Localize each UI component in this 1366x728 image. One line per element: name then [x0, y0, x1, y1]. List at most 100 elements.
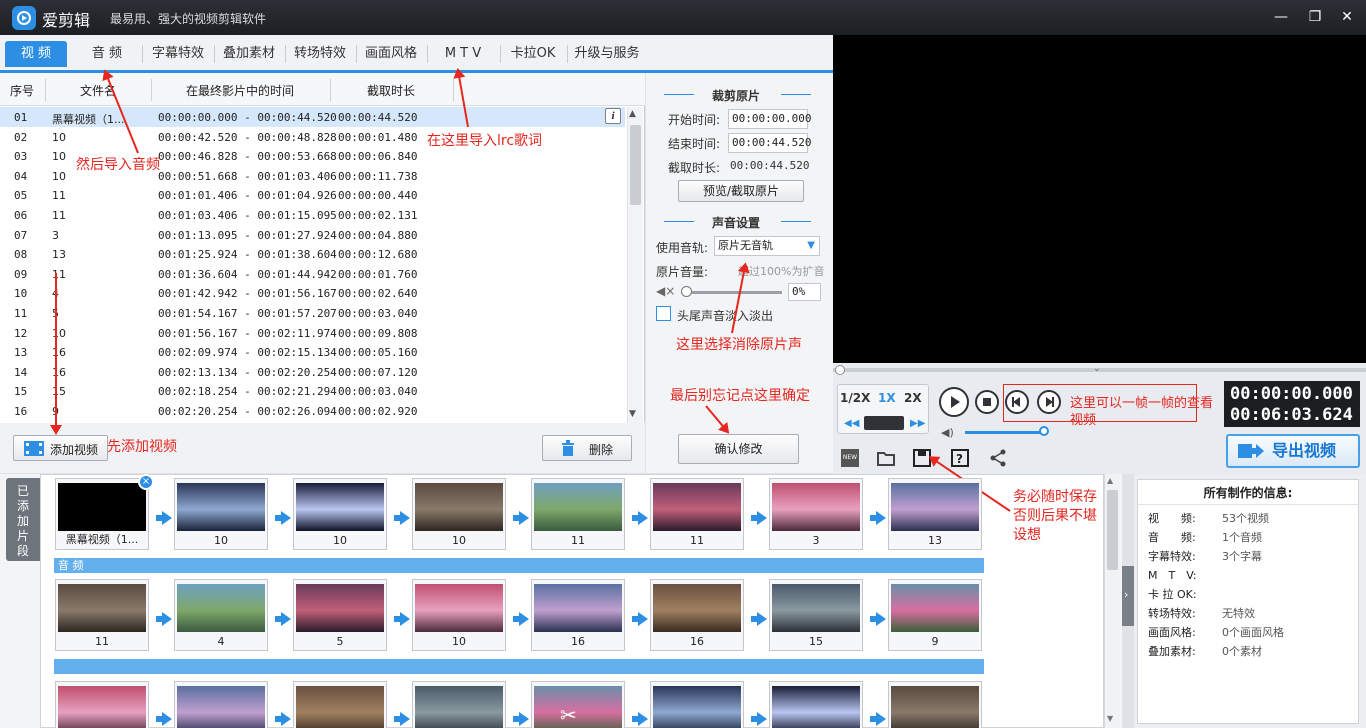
scroll-down-icon[interactable]: ▼ [629, 409, 636, 419]
end-time-input[interactable]: 00:00:44.520 [728, 133, 811, 153]
tab-audio[interactable]: 音 频 [78, 41, 136, 67]
volume-icon[interactable]: ◀) [941, 426, 954, 439]
audio-strip[interactable]: 音 频 [54, 558, 984, 573]
clip-item[interactable]: 11 [531, 478, 625, 550]
table-row[interactable]: 12 10 00:01:56.167 - 00:02:11.974 00:00:09.… [0, 323, 625, 343]
video-preview[interactable] [833, 35, 1366, 363]
col-index[interactable]: 序号 [10, 82, 34, 99]
forward-icon[interactable]: ▶▶ [910, 418, 925, 429]
clips-scroll-up-icon[interactable]: ▲ [1107, 476, 1113, 485]
delete-button[interactable]: 删除 [542, 435, 632, 461]
minimize-button[interactable]: — [1270, 7, 1292, 27]
fade-checkbox[interactable] [656, 306, 671, 321]
open-folder-icon[interactable] [877, 449, 897, 471]
play-button[interactable] [939, 387, 969, 417]
speed-1x[interactable]: 1X [878, 391, 896, 405]
start-time-input[interactable]: 00:00:00.000 [728, 109, 811, 129]
delete-label: 删除 [589, 443, 614, 457]
info-icon[interactable]: i [605, 108, 621, 124]
preview-cut-button[interactable]: 预览/截取原片 [678, 180, 804, 202]
clip-item[interactable]: 11 [55, 579, 149, 651]
playback-progress[interactable]: ⌄ [833, 363, 1366, 377]
add-video-button[interactable]: 添加视频 [13, 435, 108, 461]
table-row[interactable]: 16900:02:20.254 - 00:02:26.09400:00:02.9… [0, 401, 625, 421]
table-row[interactable]: 13 16 00:02:09.974 - 00:02:15.134 00:00:05.… [0, 342, 625, 362]
help-icon[interactable]: ? [951, 449, 969, 470]
clip-item[interactable]: 10 [412, 478, 506, 550]
clip-item[interactable]: 13 [888, 478, 982, 550]
row-dur: 00:00:04.880 [338, 228, 418, 242]
table-row[interactable]: 01 黑幕视频（1... 00:00:00.000 - 00:00:44.520 00… [0, 107, 625, 127]
progress-handle[interactable] [835, 365, 845, 375]
table-row[interactable]: 09 11 00:01:36.604 - 00:01:44.942 00:00:01.… [0, 264, 625, 284]
jog-wheel[interactable] [864, 416, 904, 430]
volume-slider-handle[interactable] [681, 286, 692, 297]
added-clips-tab[interactable]: 已添加片段 [6, 478, 40, 561]
export-video-button[interactable]: 导出视频 [1226, 434, 1360, 468]
tab-upgrade[interactable]: 升级与服务 [570, 41, 644, 67]
rewind-icon[interactable]: ◀◀ [844, 418, 859, 429]
scroll-up-icon[interactable]: ▲ [629, 109, 636, 119]
clip-item[interactable]: 3 [769, 478, 863, 550]
close-button[interactable]: ✕ [1336, 7, 1358, 27]
clip-item[interactable] [293, 681, 387, 728]
tab-styles[interactable]: 画面风格 [359, 41, 423, 67]
mute-icon[interactable]: ◀× [656, 284, 675, 298]
table-row[interactable]: 07 3 00:01:13.095 - 00:01:27.924 00:00:04.8… [0, 225, 625, 245]
share-icon[interactable] [989, 449, 1007, 470]
table-row[interactable]: 06 11 00:01:03.406 - 00:01:15.095 00:00:02.… [0, 205, 625, 225]
maximize-button[interactable]: ❐ [1304, 7, 1326, 27]
scroll-thumb[interactable] [630, 125, 641, 205]
clip-item[interactable]: 10 [174, 478, 268, 550]
player-volume-handle[interactable] [1039, 426, 1049, 436]
clip-item[interactable]: 4 [174, 579, 268, 651]
confirm-button[interactable]: 确认修改 [678, 434, 799, 464]
clips-scrollbar[interactable]: ▲ ▼ [1104, 474, 1120, 728]
clip-item[interactable]: 16 [650, 579, 744, 651]
clip-item[interactable]: 16 [531, 579, 625, 651]
tab-transitions[interactable]: 转场特效 [288, 41, 352, 67]
player-volume-slider[interactable] [965, 431, 1043, 434]
col-duration[interactable]: 截取时长 [367, 82, 415, 99]
clip-item[interactable]: 10 [412, 579, 506, 651]
table-row[interactable]: 14 16 00:02:13.134 - 00:02:20.254 00:00:07.… [0, 362, 625, 382]
clip-item[interactable] [888, 681, 982, 728]
clips-scroll-down-icon[interactable]: ▼ [1107, 714, 1113, 723]
track-select[interactable]: 原片无音轨 ▼ [714, 236, 820, 256]
volume-slider[interactable] [686, 291, 782, 294]
clip-item[interactable]: 15 [769, 579, 863, 651]
table-row[interactable]: 11500:01:54.167 - 00:01:57.20700:00:03.0… [0, 303, 625, 323]
clip-item[interactable]: 9 [888, 579, 982, 651]
clip-item[interactable]: 11 [650, 478, 744, 550]
stop-button[interactable] [975, 390, 999, 414]
list-scrollbar[interactable]: ▲ ▼ [627, 107, 643, 423]
clip-item[interactable] [769, 681, 863, 728]
tab-video[interactable]: 视 频 [5, 41, 67, 67]
tab-karaoke[interactable]: 卡拉OK [503, 41, 563, 67]
table-row[interactable]: 10400:01:42.942 - 00:01:56.16700:00:02.6… [0, 283, 625, 303]
table-row[interactable]: 08 13 00:01:25.924 - 00:01:38.604 00:00:12.… [0, 244, 625, 264]
tab-overlay[interactable]: 叠加素材 [217, 41, 281, 67]
clip-item[interactable]: 黑幕视频（1... [55, 478, 149, 550]
clip-item[interactable] [55, 681, 149, 728]
volume-input[interactable]: 0% [788, 283, 821, 301]
collapse-panel-button[interactable]: › [1122, 566, 1134, 626]
tab-mtv[interactable]: M T V [430, 41, 496, 67]
clip-item[interactable] [412, 681, 506, 728]
speed-half[interactable]: 1/2X [840, 391, 870, 405]
clip-item[interactable]: 5 [293, 579, 387, 651]
clip-item[interactable]: 10 [293, 478, 387, 550]
new-project-icon[interactable]: NEW [841, 449, 859, 467]
clips-scroll-thumb[interactable] [1107, 490, 1118, 570]
subtitle-strip[interactable] [54, 659, 984, 674]
remove-clip-icon[interactable]: × [138, 474, 154, 490]
table-row[interactable]: 05 11 00:01:01.406 - 00:01:04.926 00:00:00.… [0, 185, 625, 205]
col-time[interactable]: 在最终影片中的时间 [186, 82, 294, 99]
clip-item[interactable] [650, 681, 744, 728]
clip-item[interactable] [531, 681, 625, 728]
clip-item[interactable] [174, 681, 268, 728]
table-row[interactable]: 15 15 00:02:18.254 - 00:02:21.294 00:00:03.… [0, 381, 625, 401]
speed-2x[interactable]: 2X [904, 391, 922, 405]
tab-subtitles[interactable]: 字幕特效 [146, 41, 210, 67]
collapse-down-icon[interactable]: ⌄ [1093, 364, 1101, 374]
